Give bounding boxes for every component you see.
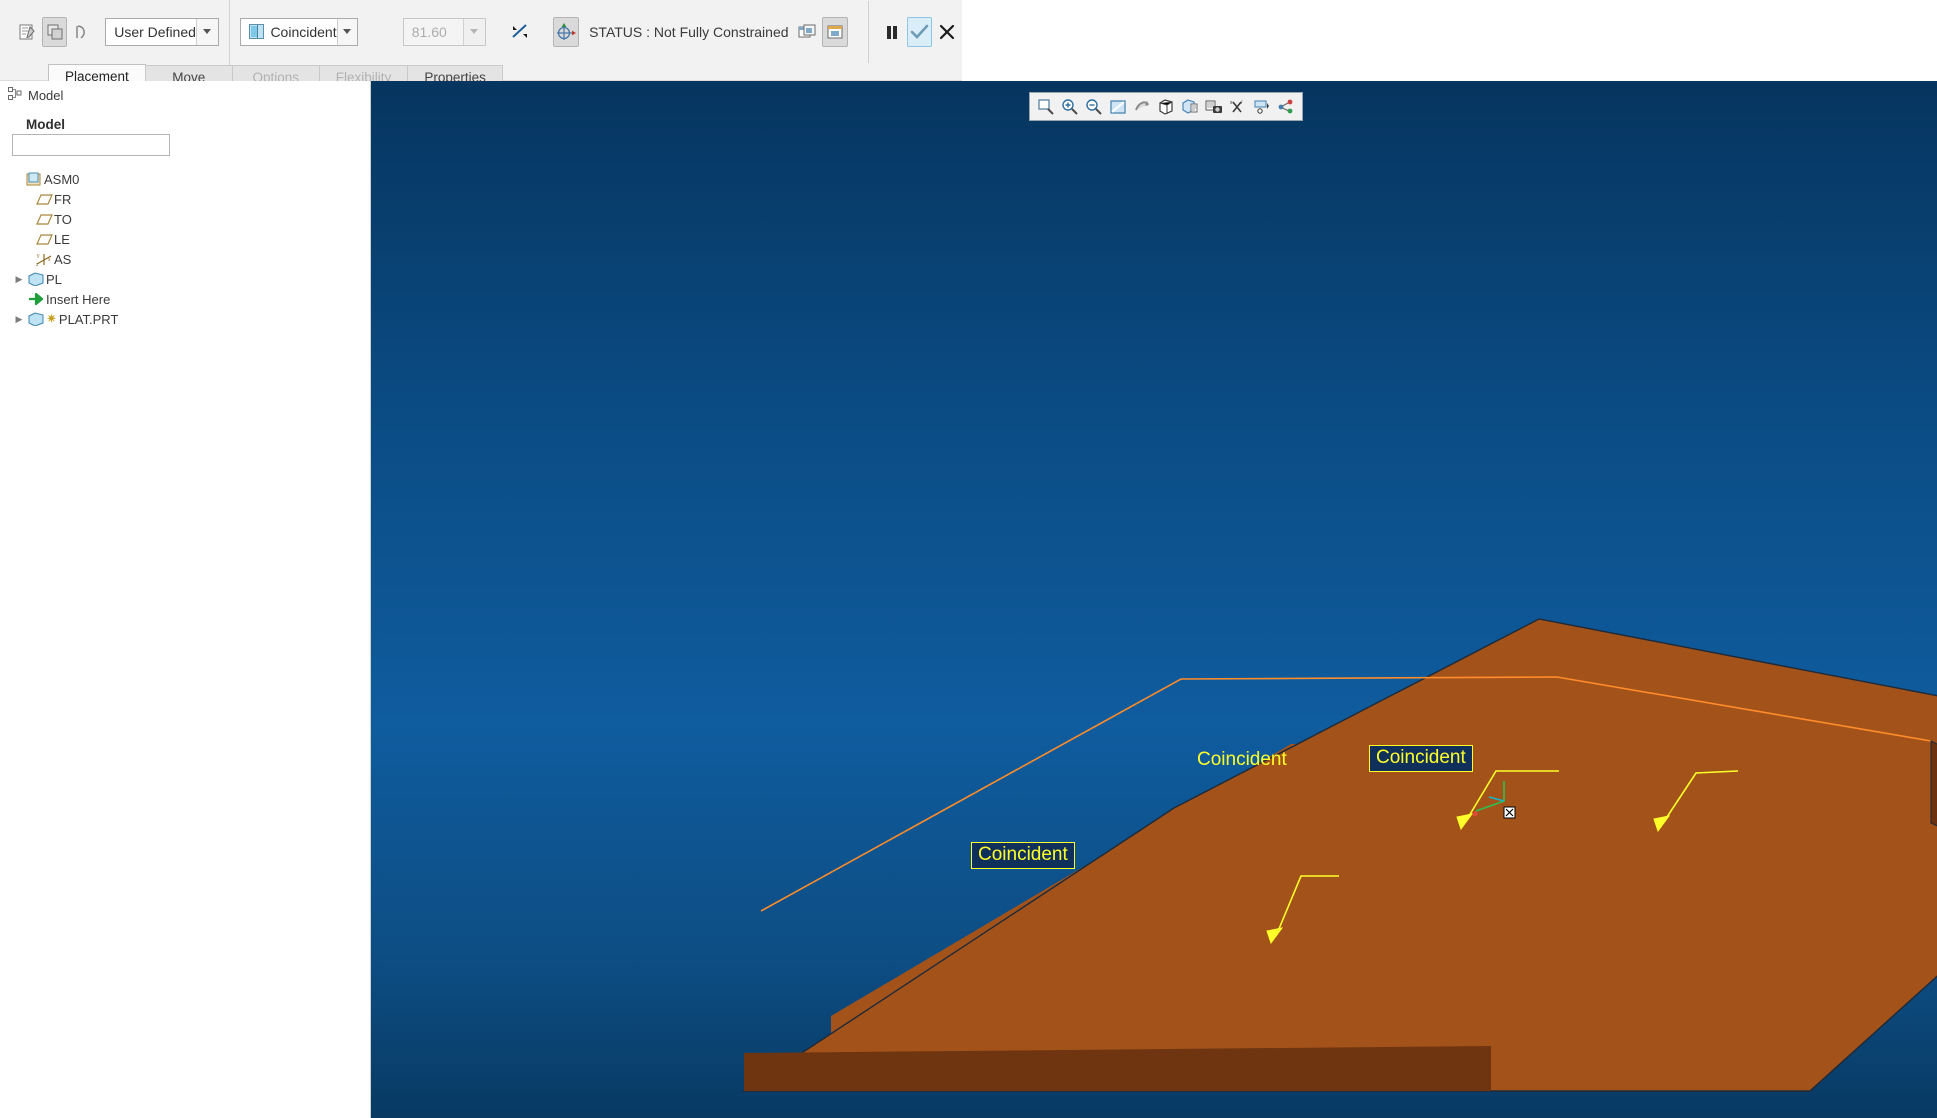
separate-window-icon[interactable]: [795, 17, 821, 47]
svg-text:x: x: [48, 257, 51, 263]
tree-item-front-plane[interactable]: FR: [10, 189, 365, 209]
tree-item-coordinate-system-label: AS: [54, 251, 72, 267]
tree-item-insert-here[interactable]: Insert Here: [10, 289, 365, 309]
navigator-header-label: Model: [28, 88, 64, 103]
auto-constrain-icon[interactable]: [14, 17, 40, 47]
status-text: STATUS : Not Fully Constrained: [589, 23, 789, 40]
spin-center-icon[interactable]: [1131, 95, 1153, 118]
chevron-down-icon[interactable]: [462, 18, 485, 45]
svg-text:x: x: [1230, 100, 1233, 106]
datum-plane-icon: [34, 213, 54, 226]
annotation-display-icon[interactable]: [1251, 95, 1273, 118]
tree-item-insert-here-label: Insert Here: [46, 291, 111, 307]
tree-item-coordinate-system[interactable]: y z x AS: [10, 249, 365, 269]
constraint-type-combo[interactable]: Coincident: [239, 17, 358, 46]
pause-icon[interactable]: [879, 17, 905, 47]
accept-checkmark-icon[interactable]: [906, 16, 933, 47]
user-defined-set-icon[interactable]: [41, 16, 68, 47]
coordinate-system-icon: y z x: [34, 251, 54, 267]
model-tree-search-input[interactable]: [12, 134, 170, 156]
tree-item-front-plane-label: FR: [54, 191, 72, 207]
svg-text:/: /: [1241, 100, 1243, 106]
graphics-viewport[interactable]: x / Coincident Coincident Coincident: [371, 81, 1937, 1118]
placement-dashboard: User Defined Coincident 81.60 STATUS: N…: [0, 0, 962, 88]
tree-item-plat-prt-label: PLAT.PRT: [58, 311, 119, 327]
part-icon: [26, 272, 46, 286]
connection-icon[interactable]: [69, 17, 95, 47]
chevron-down-icon[interactable]: [336, 18, 357, 45]
assembly-icon: [24, 172, 44, 187]
navigator-title: Model: [26, 117, 65, 132]
tree-item-left-plane[interactable]: LE: [10, 229, 365, 249]
saved-views-icon[interactable]: [1179, 95, 1201, 118]
chevron-right-icon[interactable]: ▶: [12, 314, 26, 325]
chevron-down-icon[interactable]: [195, 18, 218, 45]
zoom-out-icon[interactable]: [1083, 95, 1105, 118]
annotation-coincident-2[interactable]: Coincident: [1369, 745, 1473, 772]
insert-here-icon: [26, 292, 46, 306]
datum-plane-icon: [34, 193, 54, 206]
tree-item-plat-component-label: PL: [46, 271, 62, 287]
graphics-toolbar: x /: [1029, 92, 1303, 121]
offset-value-combo[interactable]: 81.60: [402, 17, 486, 46]
tree-item-plat-prt[interactable]: ▶ ✷ PLAT.PRT: [10, 309, 365, 329]
tree-item-plat-component[interactable]: ▶ PL: [10, 269, 365, 289]
modified-marker-icon: ✷: [46, 311, 57, 326]
navigator-header[interactable]: Model: [8, 87, 63, 104]
tree-item-top-plane-label: TO: [54, 211, 72, 227]
cancel-close-icon[interactable]: [934, 17, 960, 47]
chevron-right-icon[interactable]: ▶: [12, 274, 26, 285]
constraint-type-value: Coincident: [270, 23, 337, 40]
move-translate-icon[interactable]: [508, 17, 534, 47]
dashboard-toolbar: User Defined Coincident 81.60 STATUS: N…: [0, 0, 962, 80]
constraint-set-type-value: User Defined: [114, 23, 196, 40]
tree-item-assembly[interactable]: ASM0: [10, 169, 365, 189]
view-capture-icon[interactable]: [1203, 95, 1225, 118]
annotation-coincident-1[interactable]: Coincident: [1195, 749, 1289, 771]
annotation-coincident-3[interactable]: Coincident: [971, 842, 1075, 869]
coincident-glyph-icon: [248, 24, 265, 39]
zoom-in-icon[interactable]: [1059, 95, 1081, 118]
svg-text:y: y: [37, 253, 40, 259]
tree-item-assembly-label: ASM0: [44, 171, 80, 187]
tree-item-top-plane[interactable]: TO: [10, 209, 365, 229]
tree-item-left-plane-label: LE: [54, 231, 70, 247]
datum-plane-icon: [34, 233, 54, 246]
offset-value-text: 81.60: [411, 23, 447, 40]
appearance-icon[interactable]: [1275, 95, 1297, 118]
creo-assembly-window: User Defined Coincident 81.60 STATUS: N…: [0, 0, 1937, 1118]
refit-icon[interactable]: [1107, 95, 1129, 118]
toolbar-divider-2: [868, 0, 869, 63]
zoom-to-fit-icon[interactable]: [1035, 95, 1057, 118]
model-tree-navigator: Model Model ASM0 FR TO LE y z x AS ▶ PL …: [0, 81, 371, 1118]
model-geometry: [741, 618, 1937, 1092]
datum-display-icon[interactable]: x /: [1227, 95, 1249, 118]
assembly-window-icon[interactable]: [822, 16, 848, 47]
csys-triad: [1472, 781, 1505, 817]
drag-component-icon[interactable]: [553, 16, 580, 47]
constraint-set-type-combo[interactable]: User Defined: [105, 17, 219, 46]
model-tree-icon: [8, 87, 22, 104]
model-tree-list: ASM0 FR TO LE y z x AS ▶ PL Insert Here …: [10, 169, 365, 329]
part-icon: [26, 312, 46, 326]
display-style-icon[interactable]: [1155, 95, 1177, 118]
